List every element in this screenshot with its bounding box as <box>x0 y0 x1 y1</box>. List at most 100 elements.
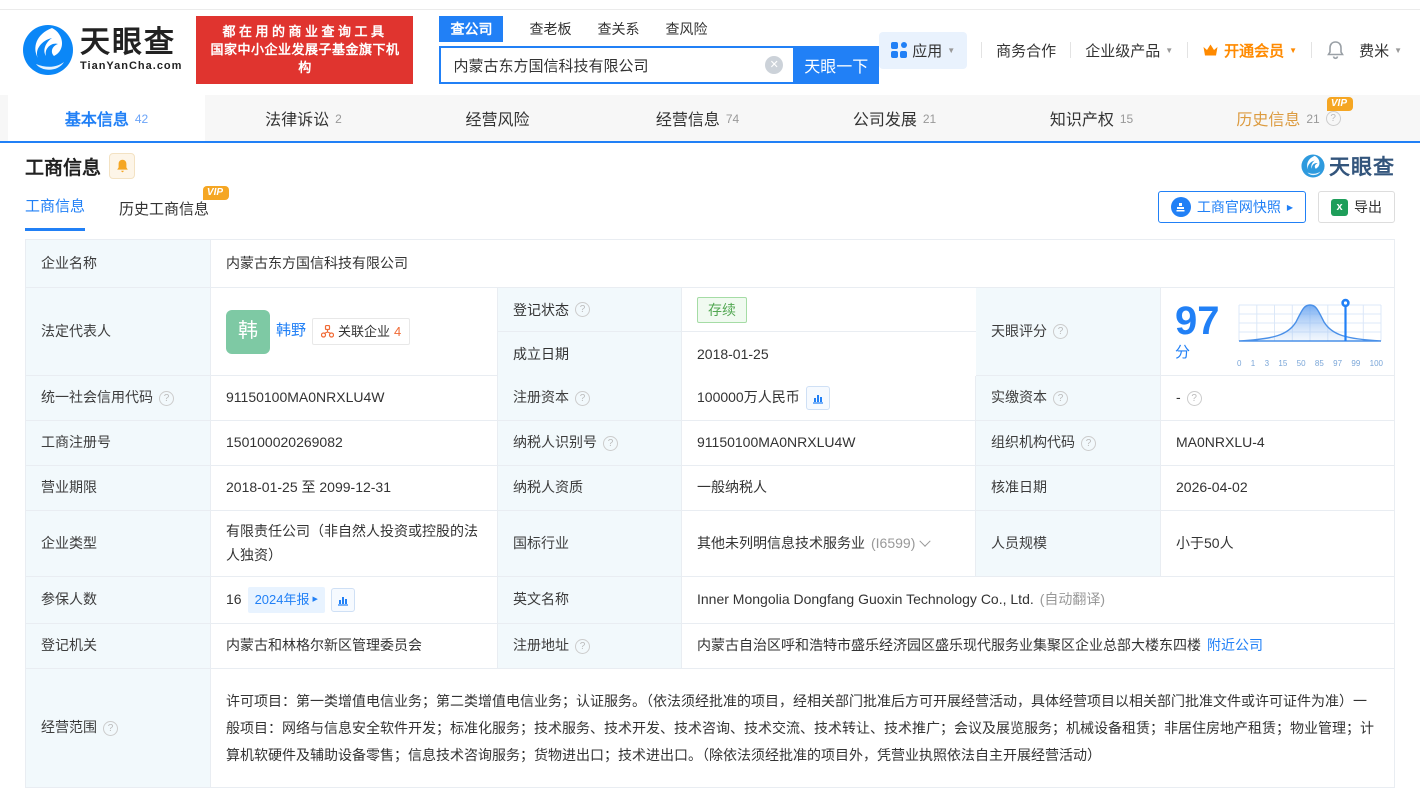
search-tab-boss[interactable]: 查老板 <box>529 16 571 42</box>
search-tab-company[interactable]: 查公司 <box>439 16 504 42</box>
company-main-tabs: 基本信息 42 法律诉讼 2 经营风险 经营信息 74 公司发展 21 知识产权… <box>0 95 1420 143</box>
nav-divider <box>1187 42 1189 58</box>
export-label: 导出 <box>1354 199 1382 215</box>
field-label-reg-authority: 登记机关 <box>26 624 211 669</box>
nav-apps-label: 应用 <box>912 42 943 60</box>
top-nav: 应用 ▼ 商务合作 企业级产品 ▼ 开通会员 ▼ 费米 ▼ <box>879 31 1402 69</box>
subtab-history-business-info[interactable]: VIP 历史工商信息 <box>119 186 230 231</box>
field-value-score[interactable]: 97分 0 1 3 15 50 85 97 99 100 <box>1161 288 1394 376</box>
related-companies-badge[interactable]: 关联企业 4 <box>312 317 411 346</box>
official-snapshot-button[interactable]: 工商官网快照 ▶ <box>1157 191 1306 223</box>
tab-intellectual-property[interactable]: 知识产权 15 <box>993 95 1190 141</box>
help-icon[interactable]: ? <box>575 390 590 406</box>
search-tab-relation[interactable]: 查关系 <box>597 16 639 42</box>
avatar[interactable]: 韩 <box>226 309 270 354</box>
field-value-paid-capital: - ? <box>1161 376 1394 421</box>
field-label-paid-capital: 实缴资本 ? <box>976 376 1161 421</box>
help-icon[interactable]: ? <box>1053 390 1068 406</box>
tab-history-info[interactable]: VIP 历史信息 21 ? <box>1190 95 1387 141</box>
logo-title: 天眼查 <box>80 26 176 59</box>
field-value-org-code: MA0NRXLU-4 <box>1161 421 1394 466</box>
field-label-credit-code: 统一社会信用代码 ? <box>26 376 211 421</box>
field-value-reg-status: 存续 <box>682 288 976 332</box>
search-tab-risk[interactable]: 查风险 <box>665 16 707 42</box>
section-title: 工商信息 <box>25 157 102 179</box>
field-label-score: 天眼评分 ? <box>976 288 1161 376</box>
search-input[interactable] <box>439 46 794 84</box>
capital-chart-button[interactable] <box>805 386 830 410</box>
tab-count: 74 <box>725 112 740 126</box>
help-icon[interactable]: ? <box>1186 390 1202 406</box>
annual-report-badge[interactable]: 2024年报 ▶ <box>247 587 325 613</box>
nav-open-vip-label: 开通会员 <box>1224 42 1285 60</box>
slogan-line2: 国家中小企业发展子基金旗下机构 <box>210 42 400 75</box>
field-label-reg-capital: 注册资本 ? <box>498 376 682 421</box>
field-label-business-term: 营业期限 <box>26 466 211 511</box>
search-module: 查公司 查老板 查关系 查风险 ✕ 天眼一下 <box>439 16 880 84</box>
tianyancha-logo[interactable]: 天眼查 TianYanCha.com <box>22 24 182 76</box>
vip-badge: VIP <box>202 186 230 200</box>
field-label-org-code: 组织机构代码 ? <box>976 421 1161 466</box>
tab-label: 公司发展 <box>852 112 917 129</box>
chevron-down-icon: ▼ <box>947 45 956 55</box>
tab-company-development[interactable]: 公司发展 21 <box>796 95 993 141</box>
chevron-down-icon: ▼ <box>1165 45 1174 55</box>
tab-operation-info[interactable]: 经营信息 74 <box>599 95 796 141</box>
field-value-taxpayer-quality: 一般纳税人 <box>682 466 976 511</box>
subtab-label: 历史工商信息 <box>119 201 210 218</box>
help-icon[interactable]: ? <box>1325 110 1341 126</box>
insured-chart-button[interactable] <box>330 588 355 612</box>
bell-icon <box>116 159 128 173</box>
tab-count: 21 <box>1306 112 1320 126</box>
field-label-legal-rep: 法定代表人 <box>26 288 211 376</box>
field-value-reg-address: 内蒙古自治区呼和浩特市盛乐经济园区盛乐现代服务业集聚区企业总部大楼东四楼 附近公… <box>682 624 1394 669</box>
notification-bell-icon[interactable] <box>1326 40 1345 60</box>
help-icon[interactable]: ? <box>103 720 118 736</box>
tab-basic-info[interactable]: 基本信息 42 <box>8 95 205 141</box>
help-icon[interactable]: ? <box>575 638 590 654</box>
help-icon[interactable]: ? <box>1053 324 1068 339</box>
org-chart-icon <box>321 325 335 338</box>
help-icon[interactable]: ? <box>1081 435 1096 451</box>
arrow-right-icon: ▶ <box>1286 202 1293 212</box>
score-axis-ticks: 0 1 3 15 50 85 97 99 100 <box>1237 358 1383 368</box>
field-value-establish-date: 2018-01-25 <box>697 346 769 362</box>
logo-swirl-icon <box>1301 154 1325 178</box>
field-label-company-type: 企业类型 <box>26 511 211 577</box>
tab-operation-risk[interactable]: 经营风险 <box>402 95 599 141</box>
help-icon[interactable]: ? <box>575 302 590 317</box>
chevron-down-icon: ▼ <box>1289 45 1298 55</box>
page-top-divider <box>0 0 1420 10</box>
field-value-business-term: 2018-01-25 至 2099-12-31 <box>211 466 498 511</box>
search-button[interactable]: 天眼一下 <box>793 46 880 84</box>
field-value-business-scope: 许可项目：第一类增值电信业务；第二类增值电信业务；认证服务。（依法须经批准的项目… <box>226 693 1374 763</box>
subtab-business-info[interactable]: 工商信息 <box>25 195 86 231</box>
nearby-companies-link[interactable]: 附近公司 <box>1207 634 1263 657</box>
related-count: 4 <box>394 323 402 339</box>
help-icon[interactable]: ? <box>159 390 174 406</box>
subscribe-bell-button[interactable] <box>109 153 136 179</box>
nav-apps[interactable]: 应用 ▼ <box>879 31 968 69</box>
legal-rep-link[interactable]: 韩野 <box>276 319 306 344</box>
business-info-table: 企业名称 内蒙古东方国信科技有限公司 法定代表人 韩 韩野 关联企业 4 登记状… <box>25 239 1395 788</box>
nav-user[interactable]: 费米 ▼ <box>1359 40 1402 61</box>
score-distribution-chart: 0 1 3 15 50 85 97 99 100 <box>1236 297 1384 370</box>
bar-chart-icon <box>337 597 348 606</box>
nav-cooperation[interactable]: 商务合作 <box>996 40 1056 61</box>
field-value-reg-authority: 内蒙古和林格尔新区管理委员会 <box>211 624 498 669</box>
auto-translate-note: (自动翻译) <box>1039 591 1106 608</box>
business-info-section: 工商信息 天眼查 工商信息 VIP 历史工商信息 工商官网快照 ▶ x 导出 企… <box>0 143 1420 788</box>
chevron-down-icon[interactable] <box>919 535 932 547</box>
export-button[interactable]: x 导出 <box>1318 191 1395 223</box>
nav-open-vip[interactable]: 开通会员 ▼ <box>1202 40 1297 61</box>
nav-enterprise[interactable]: 企业级产品 ▼ <box>1085 40 1173 61</box>
help-icon[interactable]: ? <box>603 435 618 451</box>
nav-divider <box>1070 42 1072 58</box>
chevron-down-icon: ▼ <box>1394 45 1402 55</box>
nav-divider <box>981 42 983 58</box>
field-value-company-type: 有限责任公司（非自然人投资或控股的法人独资） <box>211 511 498 577</box>
header: 天眼查 TianYanCha.com 都在用的商业查询工具 国家中小企业发展子基… <box>0 10 1420 90</box>
watermark-text: 天眼查 <box>1329 156 1395 179</box>
field-value-taxpayer-id: 91150100MA0NRXLU4W <box>682 421 976 466</box>
tab-legal-proceedings[interactable]: 法律诉讼 2 <box>205 95 402 141</box>
